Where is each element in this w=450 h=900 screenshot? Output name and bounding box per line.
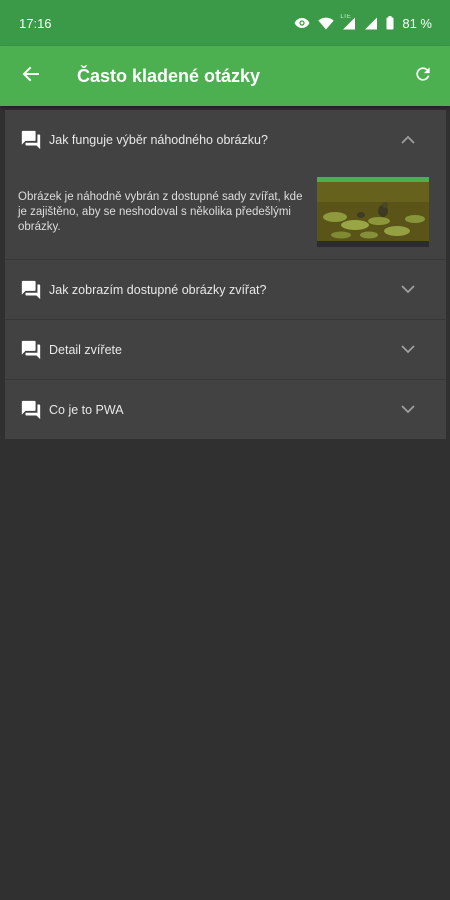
battery-percent: 81 % — [402, 15, 432, 31]
animal-thumbnail — [317, 177, 429, 247]
lte-label: LTE — [340, 13, 351, 20]
faq-item: Detail zvířete — [5, 320, 446, 380]
status-icons: LTE 81 % — [294, 13, 432, 31]
faq-header[interactable]: Jak zobrazím dostupné obrázky zvířat? — [5, 260, 446, 319]
faq-answer-panel: Obrázek je náhodně vybrán z dostupné sad… — [5, 169, 446, 259]
faq-question: Co je to PWA — [49, 402, 124, 417]
chevron-down-icon[interactable] — [400, 342, 416, 358]
refresh-button[interactable] — [408, 61, 438, 91]
question-answer-icon — [19, 278, 43, 302]
question-answer-icon — [19, 128, 43, 152]
signal-icon — [364, 17, 378, 30]
status-time: 17:16 — [19, 15, 52, 31]
faq-question: Jak zobrazím dostupné obrázky zvířat? — [49, 282, 267, 297]
faq-item: Jak zobrazím dostupné obrázky zvířat? — [5, 260, 446, 320]
faq-question: Detail zvířete — [49, 342, 122, 357]
battery-icon — [386, 16, 394, 30]
eye-icon — [294, 17, 310, 29]
page-title: Často kladené otázky — [77, 65, 261, 86]
faq-item: Co je to PWA — [5, 380, 446, 439]
refresh-icon — [413, 64, 433, 89]
faq-list: Jak funguje výběr náhodného obrázku? Obr… — [5, 110, 446, 439]
faq-answer: Obrázek je náhodně vybrán z dostupné sad… — [18, 190, 303, 233]
status-bar: 17:16 LTE 81 % — [0, 0, 450, 46]
question-answer-icon — [19, 338, 43, 362]
chevron-up-icon[interactable] — [400, 132, 416, 148]
faq-header[interactable]: Co je to PWA — [5, 380, 446, 439]
faq-header[interactable]: Jak funguje výběr náhodného obrázku? — [5, 110, 446, 169]
lte-signal-icon: LTE — [340, 13, 356, 30]
faq-item: Jak funguje výběr náhodného obrázku? Obr… — [5, 110, 446, 260]
faq-question: Jak funguje výběr náhodného obrázku? — [49, 132, 268, 147]
arrow-back-icon — [22, 65, 40, 88]
back-button[interactable] — [16, 61, 46, 91]
question-answer-icon — [19, 398, 43, 422]
app-bar: Často kladené otázky — [0, 46, 450, 106]
chevron-down-icon[interactable] — [400, 402, 416, 418]
wifi-icon — [318, 17, 335, 30]
chevron-down-icon[interactable] — [400, 282, 416, 298]
faq-header[interactable]: Detail zvířete — [5, 320, 446, 379]
